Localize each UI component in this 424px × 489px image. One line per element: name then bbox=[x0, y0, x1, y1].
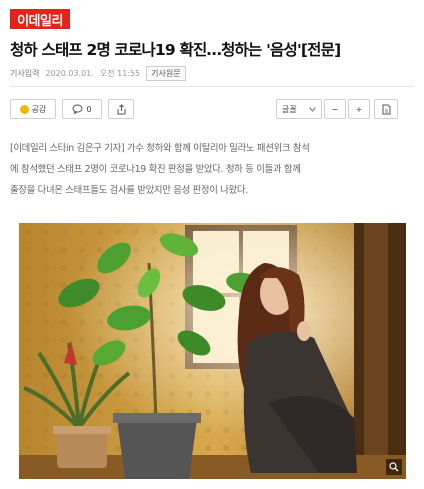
header-divider bbox=[10, 86, 414, 87]
body-line: [이데일리 스타in 김은구 기자] 가수 청하와 함께 이탈리아 밀라노 패션… bbox=[10, 143, 310, 154]
share-button[interactable] bbox=[108, 99, 134, 119]
font-label: 글꼴 bbox=[282, 104, 297, 114]
body-line: 에 참석했던 스태프 2명이 코로나19 확진 판정을 받았다. 청하 등 이들… bbox=[10, 164, 301, 175]
like-label: 공감 bbox=[31, 104, 47, 114]
article-time: 오전 11:55 bbox=[99, 69, 141, 78]
zoom-button[interactable] bbox=[386, 459, 402, 475]
share-icon bbox=[117, 103, 125, 114]
print-icon bbox=[382, 104, 390, 114]
smile-icon bbox=[19, 104, 29, 114]
font-decrease-button[interactable]: − bbox=[324, 99, 346, 119]
article-body: [이데일리 스타in 김은구 기자] 가수 청하와 함께 이탈리아 밀라노 패션… bbox=[10, 138, 410, 201]
chevron-down-icon bbox=[309, 106, 316, 112]
article-toolbar: 공감 0 글꼴 − + bbox=[10, 99, 414, 121]
font-select[interactable]: 글꼴 bbox=[276, 99, 322, 119]
article-photo[interactable] bbox=[19, 223, 406, 479]
print-button[interactable] bbox=[374, 99, 398, 119]
article-date: 2020.03.01. bbox=[45, 69, 94, 78]
source-link[interactable]: 기사원문 bbox=[146, 66, 186, 81]
photo-illustration bbox=[19, 223, 406, 479]
article-title: 청하 스태프 2명 코로나19 확진…청하는 '음성'[전문] bbox=[10, 41, 341, 59]
comment-count: 0 bbox=[86, 104, 92, 114]
meta-label: 기사입력 bbox=[10, 69, 40, 78]
font-increase-button[interactable]: + bbox=[348, 99, 370, 119]
comment-icon bbox=[72, 104, 83, 114]
site-logo[interactable]: 이데일리 bbox=[10, 9, 70, 29]
zoom-icon bbox=[389, 462, 399, 472]
like-button[interactable]: 공감 bbox=[10, 99, 56, 119]
article-meta: 기사입력 2020.03.01. 오전 11:55 기사원문 bbox=[10, 66, 186, 81]
body-line: 출장을 다녀온 스태프들도 검사를 받았지만 음성 판정이 나왔다. bbox=[10, 185, 248, 196]
comment-button[interactable]: 0 bbox=[62, 99, 102, 119]
